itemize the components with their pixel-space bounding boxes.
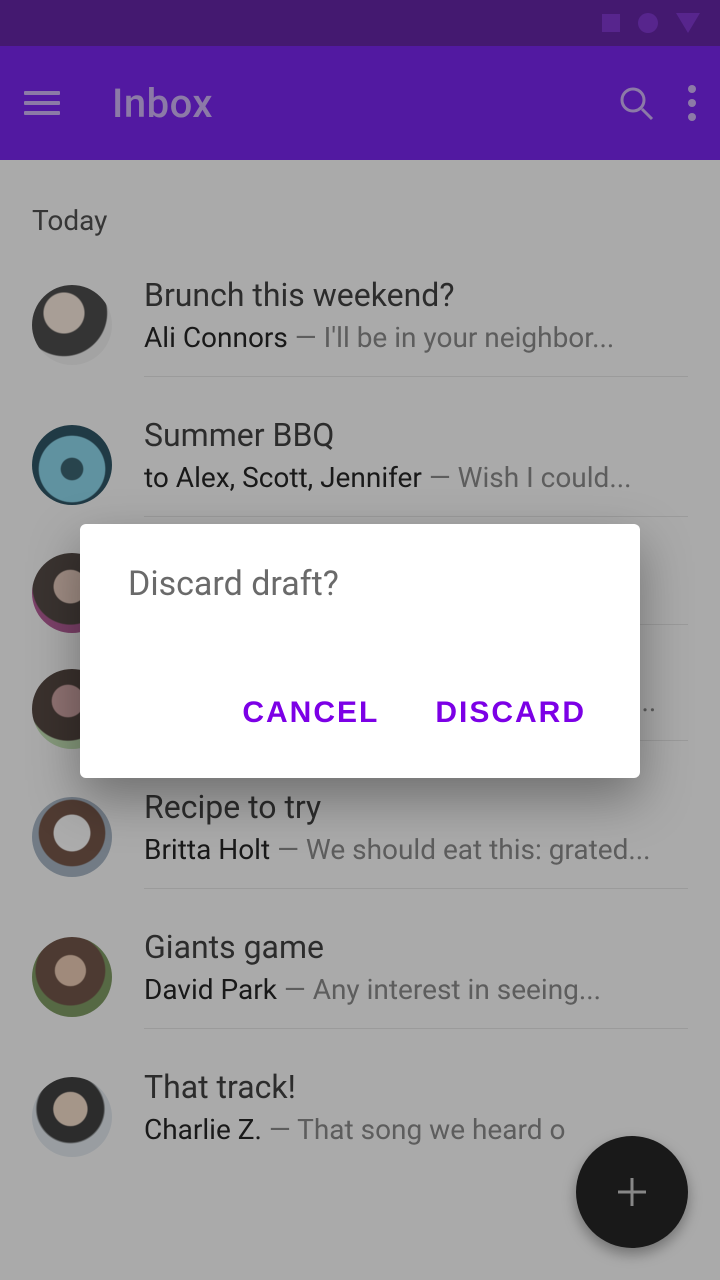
screen: Inbox Today Brunch this weekend? Ali Con… (0, 0, 720, 1280)
discard-dialog: Discard draft? CANCEL DISCARD (80, 524, 640, 778)
dialog-title: Discard draft? (128, 564, 600, 604)
dialog-actions: CANCEL DISCARD (128, 676, 600, 760)
cancel-button[interactable]: CANCEL (236, 686, 385, 740)
discard-button[interactable]: DISCARD (429, 686, 592, 740)
